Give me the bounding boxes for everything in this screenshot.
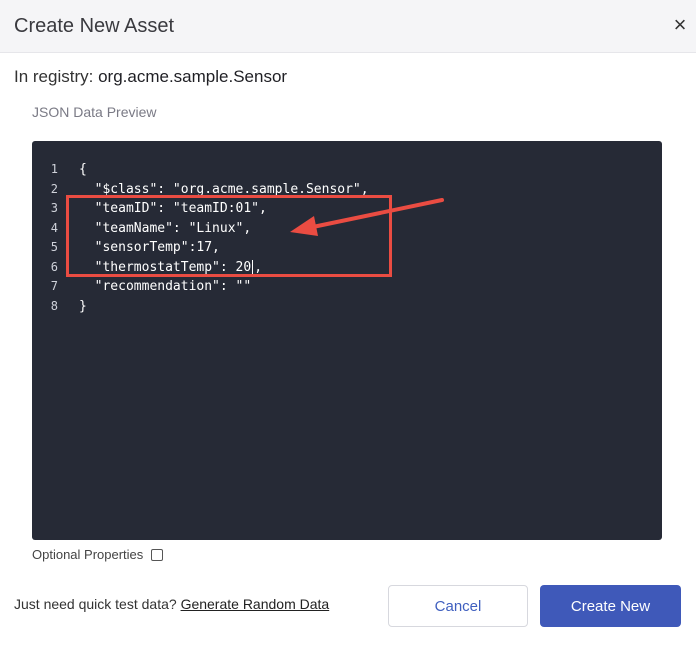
quick-data-text: Just need quick test data? bbox=[14, 596, 177, 612]
code-line[interactable]: { bbox=[79, 160, 369, 180]
dialog-title: Create New Asset bbox=[14, 15, 175, 37]
optional-properties[interactable]: Optional Properties bbox=[32, 547, 164, 562]
cancel-button[interactable]: Cancel bbox=[388, 585, 528, 627]
optional-properties-label: Optional Properties bbox=[32, 547, 144, 562]
code-line[interactable]: } bbox=[79, 297, 369, 317]
registry-name: org.acme.sample.Sensor bbox=[98, 67, 288, 86]
quick-data-prompt: Just need quick test data? Generate Rand… bbox=[14, 596, 329, 612]
registry-prefix: In registry: bbox=[14, 67, 94, 86]
dialog-header: Create New Asset × bbox=[0, 0, 696, 53]
line-number: 7 bbox=[50, 279, 58, 293]
annotation-arrow-icon bbox=[290, 198, 444, 236]
line-number: 1 bbox=[50, 162, 58, 176]
generate-random-data-link[interactable]: Generate Random Data bbox=[181, 596, 330, 612]
code-line[interactable]: "recommendation": "" bbox=[79, 277, 369, 297]
close-icon[interactable]: × bbox=[670, 14, 690, 36]
create-new-button[interactable]: Create New bbox=[540, 585, 681, 627]
optional-properties-checkbox[interactable] bbox=[151, 548, 164, 561]
registry-info: In registry: org.acme.sample.Sensor bbox=[14, 67, 287, 87]
create-asset-dialog: Create New Asset × In registry: org.acme… bbox=[0, 0, 696, 660]
line-number: 8 bbox=[50, 298, 58, 313]
json-preview-label: JSON Data Preview bbox=[32, 104, 157, 120]
